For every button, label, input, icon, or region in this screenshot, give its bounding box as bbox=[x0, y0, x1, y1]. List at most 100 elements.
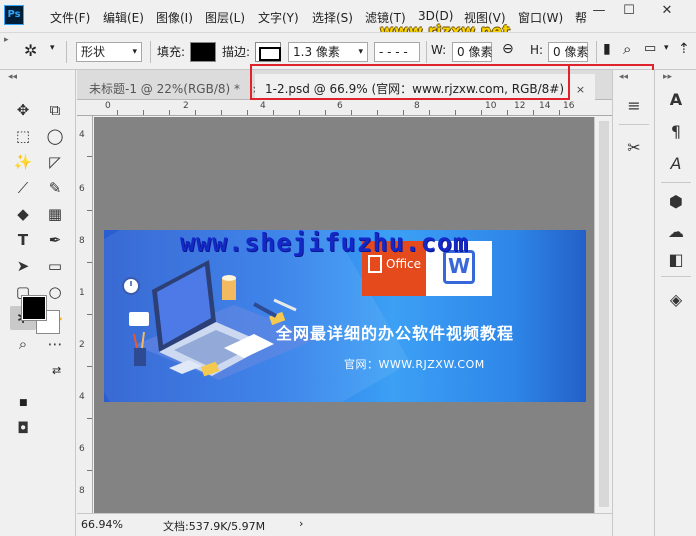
properties-icon[interactable]: ≡ bbox=[619, 92, 649, 118]
laptop-display bbox=[157, 266, 211, 345]
type-tool-icon[interactable]: T bbox=[10, 228, 36, 252]
share-icon[interactable]: ⇡ bbox=[678, 41, 690, 57]
tools-preset-icon[interactable]: ✂ bbox=[619, 134, 649, 160]
collapse-icon[interactable]: ▸▸ bbox=[663, 72, 672, 82]
menu-edit[interactable]: 编辑(E) bbox=[103, 9, 144, 26]
default-colors-icon[interactable]: ■ bbox=[19, 398, 28, 408]
ruler-tick bbox=[87, 262, 92, 263]
laptop-screen bbox=[152, 260, 216, 352]
maximize-button[interactable]: ☐ bbox=[614, 2, 644, 20]
ruler-tick bbox=[87, 366, 92, 367]
collapse-icon[interactable]: ◂◂ bbox=[619, 72, 628, 82]
marquee-tool-icon[interactable]: ⬚ bbox=[10, 124, 36, 148]
zoom-level[interactable]: 66.94% bbox=[81, 518, 123, 531]
width-label: W: bbox=[431, 43, 447, 57]
ruler-label: 1 bbox=[79, 288, 85, 298]
ruler-tick bbox=[299, 110, 300, 115]
slice-tool-icon[interactable]: ◸ bbox=[42, 150, 68, 174]
search-icon[interactable]: ⌕ bbox=[623, 40, 631, 58]
menu-file[interactable]: 文件(F) bbox=[50, 9, 90, 26]
menu-type[interactable]: 文字(Y) bbox=[258, 9, 299, 26]
pen-tool-icon[interactable]: ✒ bbox=[42, 228, 68, 252]
ruler-tick bbox=[351, 110, 352, 115]
glyphs-icon[interactable]: A bbox=[661, 150, 691, 176]
paragraph-icon[interactable]: ¶ bbox=[661, 118, 691, 144]
artboard-tool-icon[interactable]: ⧉ bbox=[42, 98, 68, 122]
ruler-label: 10 bbox=[485, 101, 497, 111]
divider bbox=[66, 41, 67, 63]
eyedropper-tool-icon[interactable]: ⟋ bbox=[10, 176, 36, 200]
eraser-tool-icon[interactable]: ◆ bbox=[10, 202, 36, 226]
fill-swatch[interactable] bbox=[190, 42, 216, 62]
3d-icon[interactable]: ⬢ bbox=[661, 188, 691, 214]
lasso-tool-icon[interactable]: ◯ bbox=[42, 124, 68, 148]
tab-1-2-psd[interactable]: 1-2.psd @ 66.9% (官网：www.rjzxw.com, RGB/8… bbox=[255, 74, 596, 100]
status-menu-arrow[interactable]: › bbox=[299, 517, 303, 530]
options-bar: ▸ ✲ ▾ 形状 ▾ 填充: 描边: 1.3 像素 ▾ - - - - W: 0… bbox=[0, 32, 696, 70]
ruler-tick bbox=[533, 110, 534, 115]
menu-window[interactable]: 窗口(W) bbox=[518, 9, 563, 26]
brush-tool-icon[interactable]: ✎ bbox=[42, 176, 68, 200]
ruler-label: 8 bbox=[79, 486, 85, 496]
paper-sheet bbox=[224, 334, 274, 358]
ruler-label: 12 bbox=[514, 101, 526, 111]
layers-icon[interactable]: ◈ bbox=[661, 286, 691, 312]
scrollbar-thumb[interactable] bbox=[599, 121, 609, 507]
pen bbox=[273, 298, 297, 312]
minimize-button[interactable]: — bbox=[584, 2, 614, 20]
tab-untitled[interactable]: 未标题-1 @ 22%(RGB/8) * × bbox=[79, 74, 271, 100]
shape-tool-icon[interactable]: ✲ bbox=[24, 41, 37, 60]
chevron-down-icon[interactable]: ▾ bbox=[50, 43, 55, 53]
libraries-icon[interactable]: ☁ bbox=[661, 218, 691, 244]
path-select-tool-icon[interactable]: ➤ bbox=[10, 254, 36, 278]
mode-select[interactable]: 形状 ▾ bbox=[76, 42, 142, 62]
cup-top bbox=[222, 275, 236, 281]
quick-mask-icon[interactable]: ◘ bbox=[10, 416, 36, 440]
stroke-style-select[interactable]: - - - - bbox=[374, 42, 420, 62]
magic-wand-tool-icon[interactable]: ✨ bbox=[10, 150, 36, 174]
foreground-color-swatch[interactable] bbox=[22, 296, 46, 320]
fill-label: 填充: bbox=[157, 45, 186, 59]
ruler-tick bbox=[455, 110, 456, 115]
ruler-label: 16 bbox=[563, 101, 575, 111]
align-icon[interactable]: ▮ bbox=[603, 41, 611, 57]
character-icon[interactable]: A bbox=[661, 86, 691, 112]
zoom-tool-icon[interactable]: ⌕ bbox=[10, 332, 36, 356]
document-tabs: 未标题-1 @ 22%(RGB/8) * × 1-2.psd @ 66.9% (… bbox=[77, 70, 612, 100]
ruler-left[interactable]: 4 6 8 1 2 4 6 8 bbox=[77, 116, 93, 513]
pencil bbox=[141, 331, 145, 349]
ruler-label: 4 bbox=[260, 101, 266, 111]
menu-image[interactable]: 图像(I) bbox=[156, 9, 193, 26]
gradient-tool-icon[interactable]: ▦ bbox=[42, 202, 68, 226]
close-button[interactable]: ✕ bbox=[652, 2, 682, 20]
photoshop-logo-icon[interactable]: Ps bbox=[4, 5, 24, 25]
link-icon[interactable]: ⊖ bbox=[502, 41, 514, 57]
workspace-icon[interactable]: ▭ bbox=[644, 41, 656, 56]
ruler-tick bbox=[169, 110, 170, 115]
swap-colors-icon[interactable]: ⇄ bbox=[52, 364, 61, 377]
collapse-icon[interactable]: ◂◂ bbox=[8, 72, 17, 82]
adjustments-icon[interactable]: ◧ bbox=[661, 246, 691, 272]
more-tools-icon[interactable]: ⋯ bbox=[42, 332, 68, 356]
menu-3d[interactable]: 3D(D) bbox=[418, 9, 453, 23]
vertical-scrollbar[interactable] bbox=[594, 117, 612, 513]
stroke-swatch[interactable] bbox=[255, 42, 281, 62]
divider bbox=[661, 182, 691, 183]
height-input[interactable]: 0 像素 bbox=[548, 42, 588, 62]
close-icon[interactable]: × bbox=[576, 83, 585, 96]
divider bbox=[426, 41, 427, 63]
width-input[interactable]: 0 像素 bbox=[452, 42, 492, 62]
clock bbox=[122, 277, 140, 295]
menu-select[interactable]: 选择(S) bbox=[312, 9, 353, 26]
panel-dock-2: ▸▸ A ¶ A ⬢ ☁ ◧ ◈ bbox=[654, 70, 696, 536]
stroke-label: 描边: bbox=[222, 45, 251, 59]
ruler-top[interactable]: 0 2 4 6 8 10 12 14 16 bbox=[77, 100, 612, 116]
menu-layer[interactable]: 图层(L) bbox=[205, 9, 245, 26]
rectangle-tool-icon[interactable]: ▭ bbox=[42, 254, 68, 278]
ruler-label: 2 bbox=[79, 340, 85, 350]
chevron-down-icon[interactable]: ▾ bbox=[664, 43, 669, 53]
move-tool-icon[interactable]: ✥ bbox=[10, 98, 36, 122]
chat-bubble bbox=[129, 312, 149, 326]
stroke-width-select[interactable]: 1.3 像素 ▾ bbox=[288, 42, 368, 62]
collapse-icon[interactable]: ▸ bbox=[4, 35, 9, 45]
